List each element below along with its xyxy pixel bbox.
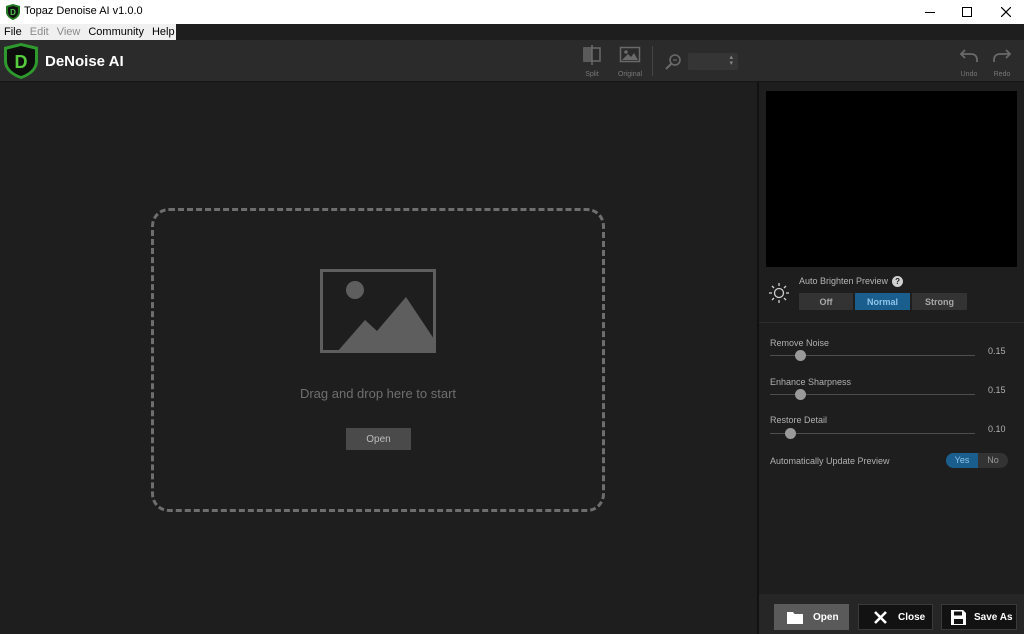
menu-bar: File Edit View Community Help: [0, 24, 1024, 40]
close-button[interactable]: Close: [858, 604, 933, 630]
help-icon[interactable]: ?: [892, 276, 904, 288]
close-x-icon: [873, 610, 887, 624]
redo-button[interactable]: Redo: [985, 45, 1019, 78]
canvas-open-button[interactable]: Open: [346, 428, 411, 450]
brighten-strong-option[interactable]: Strong: [912, 293, 967, 310]
restore-detail-thumb[interactable]: [785, 428, 796, 439]
brightness-sun-icon: [769, 283, 789, 303]
toolbar: [0, 40, 1024, 82]
app-shield-icon: D: [6, 4, 20, 20]
floppy-disk-icon: [950, 609, 966, 625]
spinner-arrows-icon: ▴ ▾: [729, 54, 733, 67]
folder-icon: [787, 611, 803, 624]
svg-text:D: D: [10, 8, 16, 17]
minimize-button[interactable]: [910, 0, 950, 24]
brighten-normal-option[interactable]: Normal: [855, 293, 910, 310]
maximize-icon: [962, 7, 972, 17]
app-name: DeNoise AI: [45, 53, 124, 70]
auto-update-yes[interactable]: Yes: [946, 453, 978, 468]
menu-edit[interactable]: Edit: [26, 24, 53, 40]
undo-button[interactable]: Undo: [952, 45, 986, 78]
zoom-select[interactable]: ▴ ▾: [688, 53, 738, 70]
auto-update-no[interactable]: No: [978, 453, 1008, 468]
brighten-off-option[interactable]: Off: [799, 293, 853, 310]
image-placeholder-icon: [320, 269, 436, 353]
restore-detail-label: Restore Detail: [770, 415, 828, 425]
original-button[interactable]: Original: [613, 45, 647, 78]
menu-view[interactable]: View: [53, 24, 85, 40]
restore-detail-value: 0.10: [988, 424, 1006, 434]
open-button-label: Open: [813, 611, 839, 623]
undo-icon: [959, 49, 978, 62]
toolbar-divider: [652, 46, 653, 76]
close-button-label: Close: [898, 611, 926, 623]
minimize-icon: [925, 12, 935, 13]
menu-help[interactable]: Help: [148, 24, 179, 40]
undo-label: Undo: [960, 71, 978, 78]
denoise-logo-icon: D: [4, 43, 38, 79]
split-button[interactable]: Split: [575, 45, 609, 78]
save-as-button-label: Save As: [974, 611, 1013, 623]
zoom-icon[interactable]: [664, 53, 682, 71]
remove-noise-label: Remove Noise: [770, 338, 830, 348]
panel-divider: [759, 322, 1024, 323]
auto-brighten-label: Auto Brighten Preview?: [799, 276, 904, 288]
window-close-button[interactable]: [986, 0, 1024, 24]
menu-file[interactable]: File: [0, 24, 26, 40]
split-label: Split: [585, 71, 599, 78]
navigator-preview[interactable]: [766, 91, 1017, 267]
enhance-sharpness-label: Enhance Sharpness: [770, 377, 852, 387]
window-title: Topaz Denoise AI v1.0.0: [24, 5, 143, 17]
enhance-sharpness-value: 0.15: [988, 385, 1006, 395]
title-bar: D Topaz Denoise AI v1.0.0: [0, 0, 1024, 24]
svg-text:D: D: [15, 52, 28, 72]
redo-icon: [993, 49, 1012, 62]
auto-update-toggle[interactable]: Yes No: [946, 453, 1008, 468]
restore-detail-track[interactable]: [770, 433, 975, 434]
save-as-button[interactable]: Save As: [941, 604, 1017, 630]
remove-noise-value: 0.15: [988, 346, 1006, 356]
open-button[interactable]: Open: [774, 604, 849, 630]
redo-label: Redo: [993, 71, 1011, 78]
maximize-button[interactable]: [947, 0, 987, 24]
original-label: Original: [617, 71, 643, 78]
auto-update-label: Automatically Update Preview: [770, 456, 890, 466]
original-image-icon: [619, 46, 641, 63]
close-icon: [1001, 7, 1011, 17]
auto-brighten-text: Auto Brighten Preview: [799, 276, 889, 286]
menu-community[interactable]: Community: [84, 24, 148, 40]
drop-instruction: Drag and drop here to start: [299, 386, 457, 401]
drop-zone[interactable]: [151, 208, 605, 512]
split-view-icon: [583, 45, 601, 65]
